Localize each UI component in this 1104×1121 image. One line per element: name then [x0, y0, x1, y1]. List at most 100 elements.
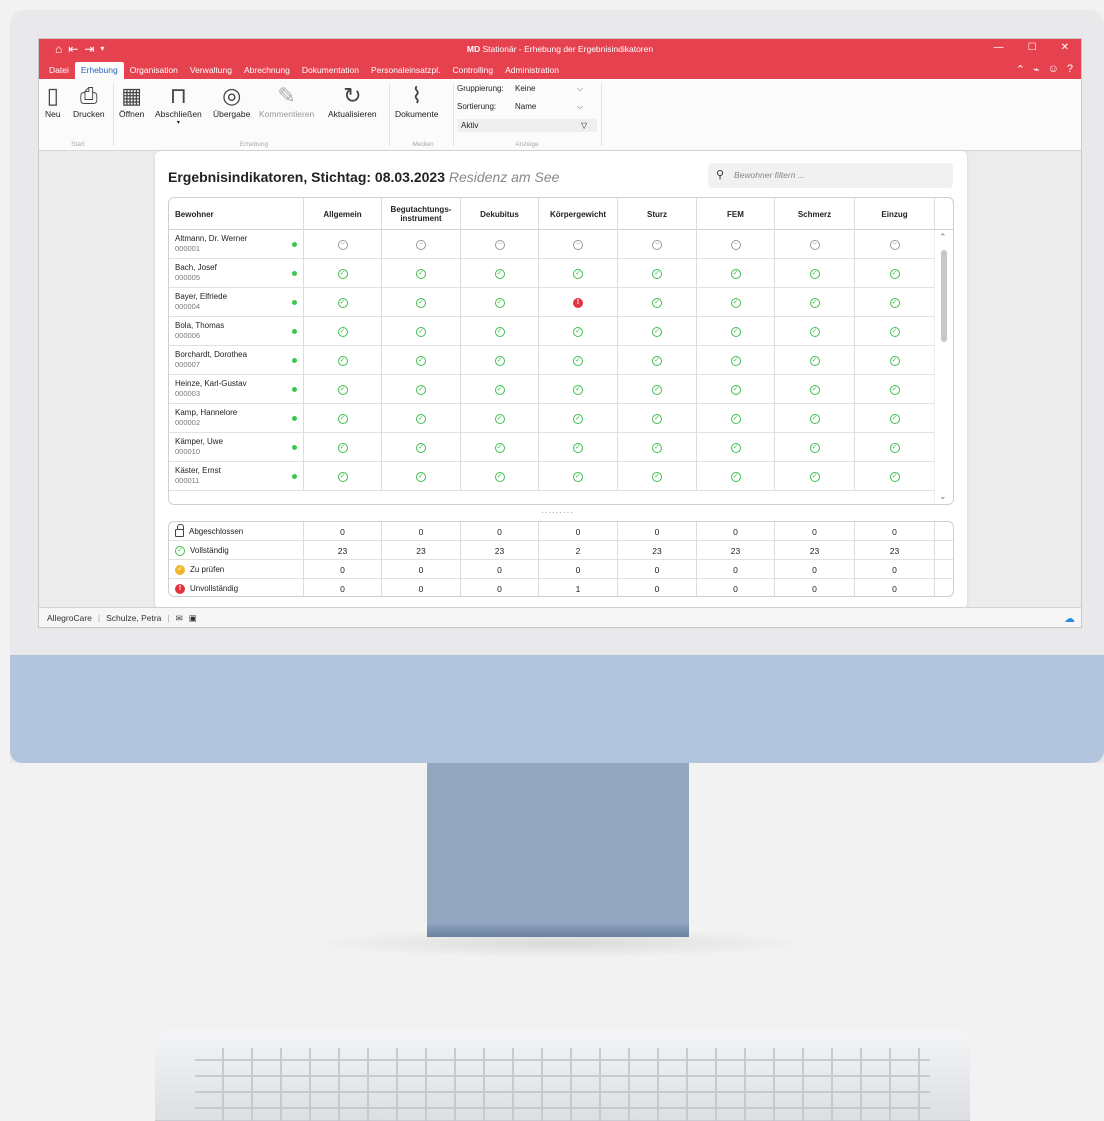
indicator-cell[interactable]: ✓ — [697, 317, 775, 346]
resident-cell[interactable]: Altmann, Dr. Werner 000001 — [169, 230, 304, 259]
indicator-cell[interactable]: ✓ — [618, 375, 697, 404]
scroll-thumb[interactable] — [941, 250, 947, 342]
indicator-cell[interactable]: ✓ — [382, 288, 461, 317]
resident-cell[interactable]: Kämper, Uwe 000010 — [169, 433, 304, 462]
table-row[interactable]: Borchardt, Dorothea 000007 ✓ ✓ ✓ ✓ ✓ ✓ ✓ ✓ — [169, 346, 935, 375]
resident-cell[interactable]: Kamp, Hannelore 000002 — [169, 404, 304, 433]
resident-cell[interactable]: Heinze, Karl-Gustav 000003 — [169, 375, 304, 404]
indicator-cell[interactable]: − — [461, 230, 539, 259]
help-icon[interactable]: ? — [1067, 63, 1073, 76]
sorting-select[interactable]: Sortierung: Name ⌵ — [457, 102, 583, 112]
indicator-cell[interactable]: ✓ — [775, 259, 855, 288]
indicator-cell[interactable]: ✓ — [855, 404, 935, 433]
indicator-cell[interactable]: ✓ — [855, 288, 935, 317]
indicator-cell[interactable]: − — [304, 230, 382, 259]
column-header-1[interactable]: Allgemein — [304, 198, 382, 230]
notification-icon[interactable]: ⌁ — [1033, 63, 1040, 76]
indicator-cell[interactable]: ✓ — [539, 317, 618, 346]
indicator-cell[interactable]: ✓ — [304, 462, 382, 491]
indicator-cell[interactable]: ✓ — [618, 462, 697, 491]
table-row[interactable]: Bayer, Elfriede 000004 ✓ ✓ ✓! ✓ ✓ ✓ ✓ — [169, 288, 935, 317]
resident-cell[interactable]: Käster, Ernst 000011 — [169, 462, 304, 491]
table-row[interactable]: Altmann, Dr. Werner 000001 − − − − − − − − — [169, 230, 935, 259]
tasks-icon[interactable]: ▣ — [189, 613, 197, 623]
table-row[interactable]: Kämper, Uwe 000010 ✓ ✓ ✓ ✓ ✓ ✓ ✓ ✓ — [169, 433, 935, 462]
indicator-cell[interactable]: ✓ — [461, 346, 539, 375]
indicator-cell[interactable]: ✓ — [697, 259, 775, 288]
resident-cell[interactable]: Bola, Thomas 000006 — [169, 317, 304, 346]
indicator-cell[interactable]: ✓ — [697, 375, 775, 404]
indicator-cell[interactable]: ✓ — [304, 375, 382, 404]
indicator-cell[interactable]: ✓ — [461, 462, 539, 491]
indicator-cell[interactable]: ✓ — [461, 259, 539, 288]
comment-button[interactable]: ✎ Kommentieren — [259, 83, 314, 119]
indicator-cell[interactable]: ✓ — [618, 433, 697, 462]
indicator-cell[interactable]: ✓ — [855, 375, 935, 404]
indicator-cell[interactable]: ✓ — [461, 433, 539, 462]
indicator-cell[interactable]: ✓ — [855, 433, 935, 462]
indicator-cell[interactable]: ✓ — [382, 404, 461, 433]
indicator-cell[interactable]: ✓ — [382, 375, 461, 404]
menu-tab-3[interactable]: Verwaltung — [184, 65, 238, 79]
indicator-cell[interactable]: ✓ — [304, 404, 382, 433]
filter-field[interactable]: Aktiv ▽ — [457, 119, 597, 132]
cloud-icon[interactable]: ☁ — [1064, 612, 1075, 625]
indicator-cell[interactable]: − — [775, 230, 855, 259]
minimize-button[interactable]: — — [994, 42, 1004, 53]
indicator-cell[interactable]: − — [697, 230, 775, 259]
refresh-button[interactable]: ↻ Aktualisieren — [328, 83, 377, 119]
indicator-cell[interactable]: ✓ — [382, 259, 461, 288]
indicator-cell[interactable]: ✓ — [539, 375, 618, 404]
indicator-cell[interactable]: − — [539, 230, 618, 259]
open-button[interactable]: ▦ Öffnen — [119, 83, 144, 119]
menu-tab-6[interactable]: Personaleinsatzpl. — [365, 65, 446, 79]
indicator-cell[interactable]: ✓ — [775, 404, 855, 433]
user-smiley-icon[interactable]: ☺ — [1048, 63, 1059, 76]
indicator-cell[interactable]: ✓ — [382, 462, 461, 491]
indicator-cell[interactable]: ✓ — [461, 288, 539, 317]
indicator-cell[interactable]: ✓ — [618, 259, 697, 288]
indicator-cell[interactable]: ✓ — [855, 346, 935, 375]
chevron-up-icon[interactable]: ⌃ — [939, 232, 947, 243]
indicator-cell[interactable]: ✓ — [855, 317, 935, 346]
menu-tab-8[interactable]: Administration — [499, 65, 565, 79]
indicator-cell[interactable]: ✓ — [461, 404, 539, 433]
indicator-cell[interactable]: ✓ — [775, 433, 855, 462]
column-header-0[interactable]: Bewohner — [169, 198, 304, 230]
indicator-cell[interactable]: ✓ — [775, 288, 855, 317]
indicator-cell[interactable]: ✓ — [697, 433, 775, 462]
splitter-handle[interactable]: ········· — [541, 508, 574, 517]
indicator-cell[interactable]: ✓ — [382, 433, 461, 462]
indicator-cell[interactable]: ✓ — [697, 346, 775, 375]
handover-button[interactable]: ◎ Übergabe — [213, 83, 250, 119]
resident-search-input[interactable]: ⚲ Bewohner filtern ... — [708, 163, 953, 188]
complete-button[interactable]: ⊓ Abschließen ▾ — [155, 83, 202, 126]
mail-icon[interactable]: ✉ — [176, 613, 183, 623]
column-header-4[interactable]: Körpergewicht — [539, 198, 618, 230]
indicator-cell[interactable]: ✓ — [697, 462, 775, 491]
resident-cell[interactable]: Borchardt, Dorothea 000007 — [169, 346, 304, 375]
column-header-8[interactable]: Einzug — [855, 198, 935, 230]
indicator-cell[interactable]: ✓ — [304, 288, 382, 317]
table-row[interactable]: Kamp, Hannelore 000002 ✓ ✓ ✓ ✓ ✓ ✓ ✓ ✓ — [169, 404, 935, 433]
resident-cell[interactable]: Bayer, Elfriede 000004 — [169, 288, 304, 317]
column-header-2[interactable]: Begutachtungs-instrument — [382, 198, 461, 230]
column-header-7[interactable]: Schmerz — [775, 198, 855, 230]
indicator-cell[interactable]: ✓ — [697, 404, 775, 433]
indicator-cell[interactable]: ✓ — [461, 317, 539, 346]
documents-button[interactable]: ⌇ Dokumente — [395, 83, 438, 119]
indicator-cell[interactable]: ✓ — [461, 375, 539, 404]
indicator-cell[interactable]: ✓ — [382, 317, 461, 346]
indicator-cell[interactable]: ✓ — [539, 346, 618, 375]
indicator-cell[interactable]: ✓ — [775, 317, 855, 346]
indicator-cell[interactable]: ✓ — [775, 462, 855, 491]
menu-tab-0[interactable]: Datei — [43, 65, 75, 79]
table-row[interactable]: Bach, Josef 000005 ✓ ✓ ✓ ✓ ✓ ✓ ✓ ✓ — [169, 259, 935, 288]
menu-tab-1[interactable]: Erhebung — [74, 62, 124, 79]
maximize-button[interactable]: ☐ — [1028, 42, 1037, 53]
indicator-cell[interactable]: − — [618, 230, 697, 259]
filter-icon[interactable]: ▽ — [581, 121, 587, 130]
menu-tab-4[interactable]: Abrechnung — [238, 65, 296, 79]
menu-tab-5[interactable]: Dokumentation — [296, 65, 365, 79]
indicator-cell[interactable]: ✓ — [539, 462, 618, 491]
